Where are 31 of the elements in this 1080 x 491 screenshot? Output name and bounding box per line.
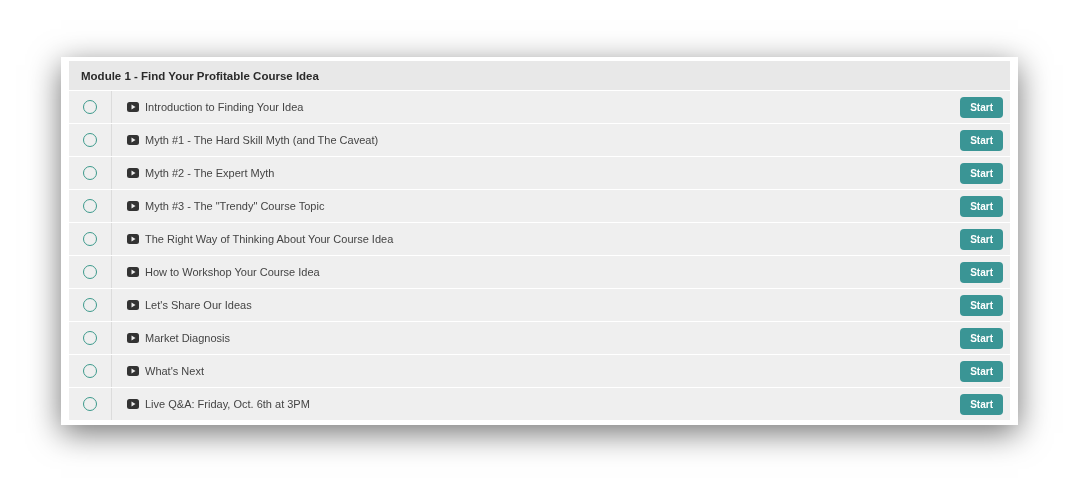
lesson-title[interactable]: The Right Way of Thinking About Your Course Idea bbox=[145, 233, 955, 245]
start-button[interactable]: Start bbox=[960, 162, 1003, 184]
start-button[interactable]: Start bbox=[960, 261, 1003, 283]
lesson-title[interactable]: What's Next bbox=[145, 365, 955, 377]
video-icon bbox=[127, 201, 139, 211]
start-button[interactable]: Start bbox=[960, 360, 1003, 382]
lesson-title[interactable]: Myth #1 - The Hard Skill Myth (and The Caveat) bbox=[145, 134, 955, 146]
start-button[interactable]: Start bbox=[960, 195, 1003, 217]
module-title: Module 1 - Find Your Profitable Course Idea bbox=[81, 69, 319, 82]
lesson-title[interactable]: Live Q&A: Friday, Oct. 6th at 3PM bbox=[145, 398, 955, 410]
start-button[interactable]: Start bbox=[960, 393, 1003, 415]
video-icon bbox=[127, 300, 139, 310]
lesson-title[interactable]: Myth #2 - The Expert Myth bbox=[145, 167, 955, 179]
start-button[interactable]: Start bbox=[960, 228, 1003, 250]
lesson-title[interactable]: Myth #3 - The "Trendy" Course Topic bbox=[145, 200, 955, 212]
lesson-title[interactable]: How to Workshop Your Course Idea bbox=[145, 266, 955, 278]
start-button[interactable]: Start bbox=[960, 129, 1003, 151]
video-icon bbox=[127, 399, 139, 409]
video-icon bbox=[127, 234, 139, 244]
start-button[interactable]: Start bbox=[960, 96, 1003, 118]
lesson-title[interactable]: Market Diagnosis bbox=[145, 332, 955, 344]
video-icon bbox=[127, 135, 139, 145]
start-button[interactable]: Start bbox=[960, 327, 1003, 349]
lesson-title[interactable]: Introduction to Finding Your Idea bbox=[145, 101, 955, 113]
video-icon bbox=[127, 366, 139, 376]
lesson-title[interactable]: Let's Share Our Ideas bbox=[145, 299, 955, 311]
video-icon bbox=[127, 333, 139, 343]
start-button[interactable]: Start bbox=[960, 294, 1003, 316]
video-icon bbox=[127, 267, 139, 277]
video-icon bbox=[127, 168, 139, 178]
video-icon bbox=[127, 102, 139, 112]
